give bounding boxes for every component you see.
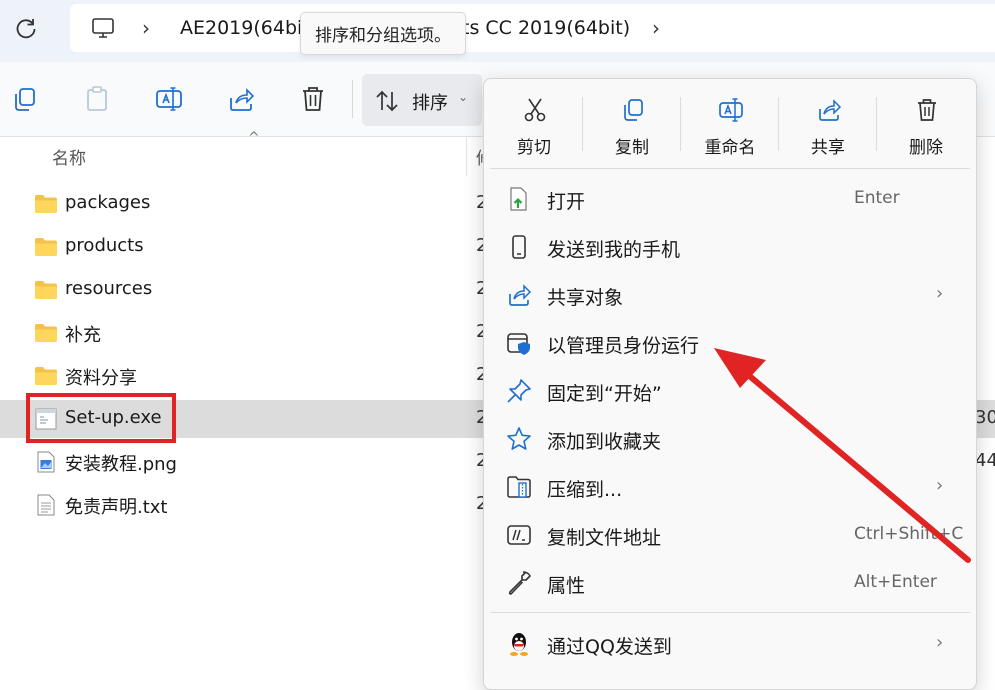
menu-item-label: 添加到收藏夹 (547, 431, 662, 453)
share-icon (816, 97, 842, 123)
menu-item-label: 复制文件地址 (547, 527, 662, 549)
chevron-right-icon: › (936, 283, 944, 304)
menu-action-share[interactable]: 共享 (780, 79, 876, 167)
breadcrumb-ae2019[interactable]: AE2019(64bit (180, 17, 310, 39)
text-file-icon (34, 494, 58, 516)
action-separator (876, 97, 877, 151)
star-icon (506, 426, 532, 452)
chevron-right-icon: › (936, 475, 944, 496)
folder-icon (34, 365, 58, 387)
file-name: 免责声明.txt (65, 497, 168, 518)
scissors-icon (522, 97, 548, 123)
file-name: products (65, 235, 144, 256)
context-menu-item[interactable]: 压缩到... › (484, 464, 976, 510)
file-name: 安装教程.png (65, 454, 177, 475)
refresh-icon[interactable] (13, 16, 39, 42)
paste-icon[interactable] (82, 84, 112, 114)
menu-action-copy[interactable]: 复制 (584, 79, 680, 167)
shield-icon (506, 330, 532, 356)
zip-icon (506, 474, 532, 500)
menu-action-trash[interactable]: 删除 (878, 79, 974, 167)
menu-action-scissors[interactable]: 剪切 (486, 79, 582, 167)
folder-icon (34, 279, 58, 301)
menu-action-label: 删除 (909, 138, 943, 158)
copy-icon (620, 97, 646, 123)
menu-divider (490, 168, 970, 169)
open-icon (506, 186, 532, 212)
action-separator (778, 97, 779, 151)
chevron-right-icon[interactable]: › (652, 16, 660, 40)
address-bar: › AE2019(64bit ts CC 2019(64bit) › 排序和分组… (0, 0, 995, 62)
action-separator (680, 97, 681, 151)
file-size: 44 (975, 450, 995, 471)
menu-item-label: 共享对象 (547, 287, 624, 309)
menu-item-label: 通过QQ发送到 (547, 636, 672, 658)
sort-icon (376, 90, 398, 112)
menu-action-label: 共享 (811, 138, 845, 158)
folder-icon (34, 193, 58, 215)
menu-item-shortcut: Enter (854, 188, 900, 208)
chevron-down-icon: ⌄ (458, 90, 469, 104)
menu-item-label: 属性 (547, 575, 586, 597)
breadcrumb-after-effects[interactable]: ts CC 2019(64bit) (462, 17, 630, 39)
context-menu-item[interactable]: 复制文件地址 Ctrl+Shift+C (484, 512, 976, 558)
menu-item-label: 打开 (547, 191, 586, 213)
folder-icon (34, 322, 58, 344)
trash-icon[interactable] (298, 84, 328, 114)
path-box[interactable]: › AE2019(64bit ts CC 2019(64bit) › (70, 4, 995, 52)
image-file-icon (34, 451, 58, 473)
sort-label: 排序 (412, 93, 448, 114)
menu-action-label: 复制 (615, 138, 649, 158)
folder-icon (34, 236, 58, 258)
menu-item-label: 压缩到... (547, 479, 623, 501)
share-icon (506, 282, 532, 308)
tooltip: 排序和分组选项。 (300, 12, 466, 55)
context-menu-item[interactable]: 属性 Alt+Enter (484, 560, 976, 606)
context-menu-item[interactable]: 共享对象 › (484, 272, 976, 318)
context-menu-item[interactable]: 发送到我的手机 (484, 224, 976, 270)
copy-icon[interactable] (10, 84, 40, 114)
sort-button[interactable]: 排序 ⌄ (362, 74, 482, 126)
file-name: 补充 (65, 325, 101, 346)
qq-icon (506, 631, 532, 657)
trash-icon (914, 97, 940, 123)
context-menu: 剪切 复制 重命名 共享 删除 打开 Enter 发送到我的手机 共享对象 › 以管理员身份运行固… (483, 78, 977, 690)
share-icon[interactable] (226, 84, 256, 114)
sort-ascending-icon: ^ (248, 130, 260, 146)
file-size: 30 (975, 407, 995, 428)
highlight-box (26, 393, 176, 443)
this-pc-icon[interactable] (90, 15, 116, 41)
context-menu-quick-actions: 剪切 复制 重命名 共享 删除 (484, 79, 976, 167)
context-menu-item[interactable]: 通过QQ发送到 › (484, 621, 976, 667)
chevron-right-icon[interactable]: › (142, 16, 150, 40)
menu-item-shortcut: Alt+Enter (854, 572, 937, 592)
column-separator[interactable] (466, 136, 467, 176)
context-menu-item[interactable]: 以管理员身份运行 (484, 320, 976, 366)
menu-action-label: 剪切 (517, 138, 551, 158)
context-menu-item[interactable]: 添加到收藏夹 (484, 416, 976, 462)
action-separator (582, 97, 583, 151)
menu-action-label: 重命名 (704, 138, 756, 158)
rename-icon (718, 97, 744, 123)
file-name: 资料分享 (65, 368, 137, 389)
menu-item-label: 固定到“开始” (547, 383, 662, 405)
rename-icon[interactable] (154, 84, 184, 114)
toolbar-separator (352, 80, 353, 118)
phone-icon (506, 234, 532, 260)
menu-divider (490, 612, 970, 613)
file-name: packages (65, 192, 151, 213)
context-menu-item[interactable]: 固定到“开始” (484, 368, 976, 414)
menu-item-label: 以管理员身份运行 (547, 335, 700, 357)
chevron-right-icon: › (936, 632, 944, 653)
column-header-name[interactable]: 名称 (52, 144, 86, 169)
copy-path-icon (506, 522, 532, 548)
wrench-icon (506, 570, 532, 596)
context-menu-item[interactable]: 打开 Enter (484, 176, 976, 222)
menu-action-rename[interactable]: 重命名 (682, 79, 778, 167)
pin-icon (506, 378, 532, 404)
menu-item-shortcut: Ctrl+Shift+C (854, 524, 964, 544)
menu-item-label: 发送到我的手机 (547, 239, 681, 261)
file-name: resources (65, 278, 153, 299)
